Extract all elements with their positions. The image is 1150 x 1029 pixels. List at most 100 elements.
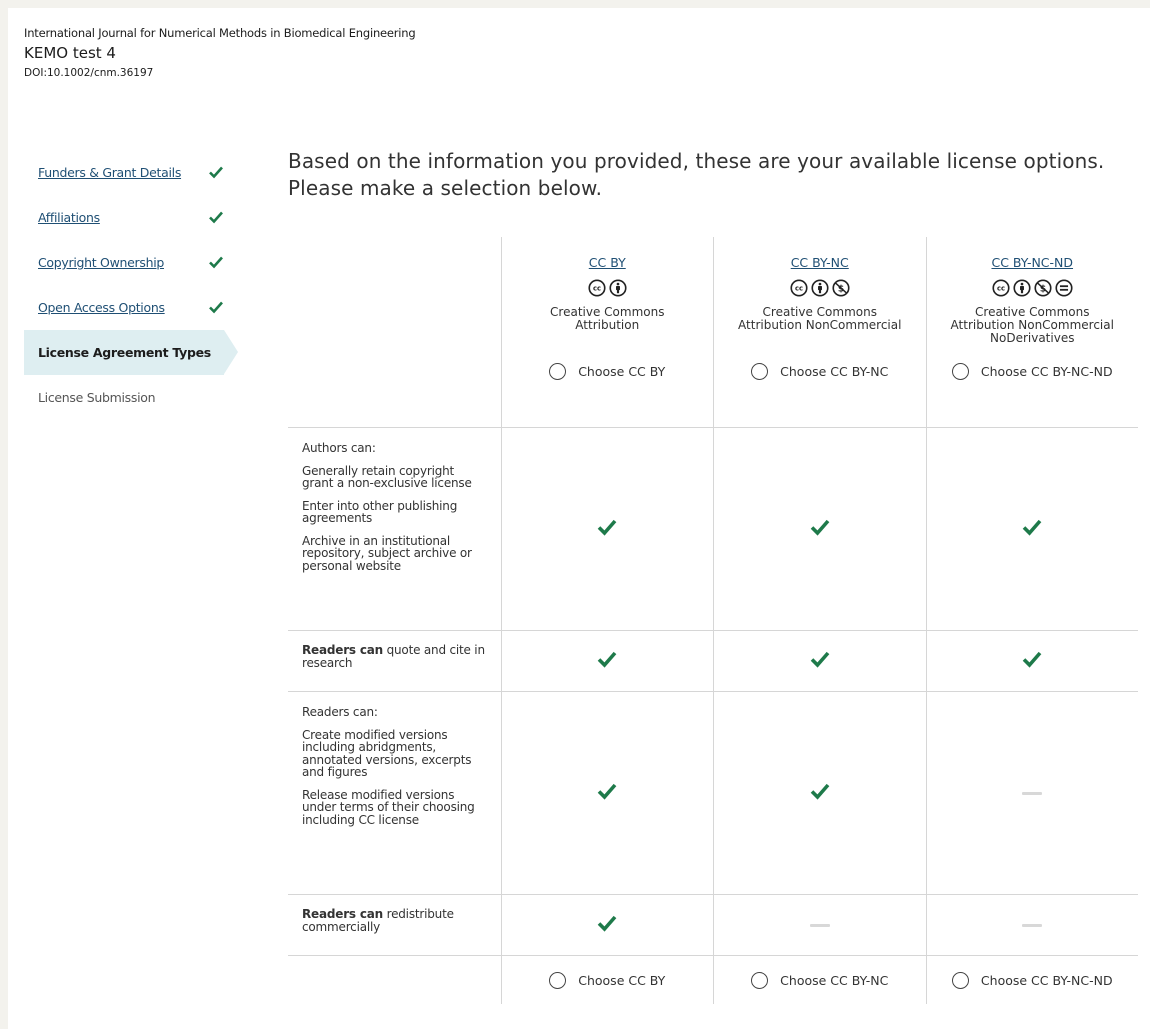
choose-cc-by-bottom-label: Choose CC BY	[578, 972, 666, 988]
modify-title: Readers can:	[302, 705, 378, 719]
choose-cc-by-nc-nd-bottom-option[interactable]: Choose CC BY-NC-ND	[951, 971, 1113, 989]
step-funders[interactable]: Funders & Grant Details	[24, 150, 240, 195]
cc-by-nc-description: Creative Commons Attribution NonCommerci…	[738, 306, 901, 352]
modify-cc-by-nc-nd	[925, 692, 1138, 894]
journal-name: International Journal for Numerical Meth…	[24, 26, 416, 40]
quote-row: Readers can quote and cite in research	[288, 631, 1138, 692]
step-funders-link[interactable]: Funders & Grant Details	[38, 165, 181, 180]
step-open-access-link[interactable]: Open Access Options	[38, 300, 165, 315]
choose-cc-by-option[interactable]: Choose CC BY	[549, 363, 665, 380]
step-copyright-link[interactable]: Copyright Ownership	[38, 255, 164, 270]
modify-item-create: Create modified versions including abrid…	[302, 727, 472, 779]
checkmark-icon	[209, 166, 223, 179]
article-title: KEMO test 4	[24, 44, 116, 62]
commercial-row: Readers can redistribute commercially	[288, 895, 1138, 956]
dash-icon	[1022, 923, 1043, 927]
dash-icon	[1022, 791, 1043, 795]
license-table: CC BY cc Creative Commons Attribution Ch…	[288, 237, 1138, 1004]
step-affiliations[interactable]: Affiliations	[24, 195, 240, 240]
choose-cc-by-nc-bottom-radio[interactable]	[751, 971, 769, 989]
choose-cc-by-nc-nd-option[interactable]: Choose CC BY-NC-ND	[951, 363, 1113, 380]
choose-cc-by-nc-nd-bottom: Choose CC BY-NC-ND	[925, 956, 1138, 1004]
authors-cc-by-nc-nd	[925, 428, 1138, 630]
cc-by-nc-link[interactable]: CC BY-NC	[791, 255, 849, 270]
empty-cell	[288, 237, 501, 427]
cc-by-desc-line2: Attribution	[575, 318, 640, 332]
choose-cc-by-label: Choose CC BY	[578, 364, 666, 379]
choose-cc-by-nc-bottom: Choose CC BY-NC	[713, 956, 925, 1004]
cc-by-nc-nd-desc-line3: NoDerivatives	[990, 331, 1075, 345]
choose-cc-by-nc-nd-radio[interactable]	[951, 363, 969, 380]
authors-title: Authors can:	[302, 441, 376, 455]
cc-icon: cc	[992, 279, 1010, 297]
modify-row: Readers can: Create modified versions in…	[288, 692, 1138, 895]
checkmark-icon	[596, 781, 618, 805]
cc-by-nc-desc-line2: Attribution NonCommercial	[738, 318, 902, 332]
checkmark-icon	[809, 517, 831, 541]
step-copyright[interactable]: Copyright Ownership	[24, 240, 240, 285]
step-license-submission: License Submission	[24, 375, 240, 420]
modify-cell: Readers can: Create modified versions in…	[288, 692, 501, 894]
commercial-cc-by-nc-nd	[925, 895, 1138, 955]
choose-cc-by-nc-bottom-option[interactable]: Choose CC BY-NC	[751, 971, 888, 989]
choose-cc-by-nc-option[interactable]: Choose CC BY-NC	[751, 363, 888, 380]
cc-by-nc-nd-link[interactable]: CC BY-NC-ND	[991, 255, 1073, 270]
authors-item-retain: Generally retain copyright grant a non-e…	[302, 463, 472, 490]
choose-cc-by-nc-radio[interactable]	[751, 363, 769, 380]
checkmark-icon	[209, 211, 223, 224]
modify-cc-by-nc	[713, 692, 925, 894]
checkmark-icon	[809, 781, 831, 805]
attribution-icon	[609, 279, 627, 297]
step-nav: Funders & Grant Details Affiliations Cop…	[24, 150, 240, 420]
noncommercial-icon: $	[1034, 279, 1052, 297]
empty-cell	[288, 956, 501, 1004]
cc-by-nc-nd-description: Creative Commons Attribution NonCommerci…	[951, 306, 1114, 352]
quote-cc-by-nc	[713, 631, 925, 691]
checkmark-icon	[209, 256, 223, 269]
choose-cc-by-nc-nd-bottom-radio[interactable]	[951, 971, 969, 989]
checkmark-icon	[209, 301, 223, 314]
cc-icon: cc	[790, 279, 808, 297]
choose-cc-by-bottom: Choose CC BY	[500, 956, 713, 1004]
authors-cell: Authors can: Generally retain copyright …	[288, 428, 501, 630]
commercial-cell: Readers can redistribute commercially	[288, 895, 501, 955]
step-affiliations-link[interactable]: Affiliations	[38, 210, 100, 225]
authors-cc-by	[500, 428, 713, 630]
cc-by-nc-nd-icons: cc $	[992, 279, 1073, 297]
cc-icon: cc	[588, 279, 606, 297]
modify-cc-by	[500, 692, 713, 894]
quote-cc-by-nc-nd	[925, 631, 1138, 691]
authors-item-publish: Enter into other publishing agreements	[302, 498, 458, 525]
choose-cc-by-nc-label: Choose CC BY-NC	[780, 364, 889, 379]
checkmark-icon	[809, 649, 831, 673]
cc-by-link[interactable]: CC BY	[589, 255, 626, 270]
step-open-access[interactable]: Open Access Options	[24, 285, 240, 330]
checkmark-icon	[1021, 517, 1043, 541]
license-col-cc-by: CC BY cc Creative Commons Attribution Ch…	[500, 237, 714, 427]
svg-text:cc: cc	[593, 285, 601, 293]
noncommercial-icon: $	[832, 279, 850, 297]
choose-cc-by-nc-nd-label: Choose CC BY-NC-ND	[980, 364, 1113, 379]
cc-by-icons: cc	[588, 279, 627, 297]
checkmark-icon	[596, 913, 618, 937]
license-col-cc-by-nc: CC BY-NC cc $ Creative Commons Attributi…	[713, 237, 926, 427]
choose-cc-by-radio[interactable]	[549, 363, 567, 380]
page-heading: Based on the information you provided, t…	[288, 149, 1105, 200]
choose-cc-by-nc-nd-bottom-label: Choose CC BY-NC-ND	[980, 972, 1113, 988]
noderivatives-icon	[1055, 279, 1073, 297]
quote-cc-by	[500, 631, 713, 691]
step-license-types-label: License Agreement Types	[38, 345, 211, 360]
authors-cc-by-nc	[713, 428, 925, 630]
choose-bottom-row: Choose CC BY Choose CC BY-NC Choose CC B…	[288, 956, 1138, 1004]
quote-cell: Readers can quote and cite in research	[288, 631, 501, 691]
attribution-icon	[1013, 279, 1031, 297]
cc-by-description: Creative Commons Attribution	[550, 306, 664, 352]
commercial-cc-by	[500, 895, 713, 955]
license-header-row: CC BY cc Creative Commons Attribution Ch…	[288, 237, 1138, 428]
choose-cc-by-bottom-radio[interactable]	[549, 971, 567, 989]
choose-cc-by-bottom-option[interactable]: Choose CC BY	[549, 971, 666, 989]
checkmark-icon	[596, 517, 618, 541]
svg-text:cc: cc	[997, 285, 1005, 293]
svg-text:cc: cc	[795, 285, 803, 293]
commercial-cc-by-nc	[713, 895, 925, 955]
